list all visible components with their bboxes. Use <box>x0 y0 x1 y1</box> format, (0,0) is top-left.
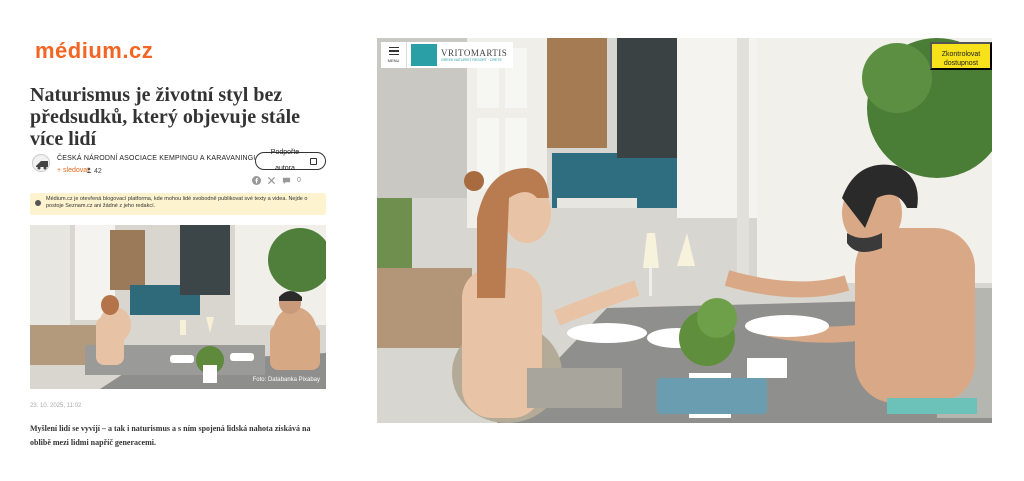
article-photo[interactable]: Foto: Databanka Pixabay <box>30 225 326 389</box>
advertisement-image <box>377 38 992 423</box>
follower-count-value: 42 <box>93 168 102 175</box>
author-name[interactable]: ČESKÁ NÁRODNÍ ASOCIACE KEMPINGU A KARAVA… <box>57 155 259 162</box>
menu-label: MENU <box>387 58 400 64</box>
person-icon <box>86 167 92 173</box>
site-logo[interactable]: médium.cz <box>35 38 153 64</box>
menu-icon-bar <box>388 50 399 52</box>
menu-icon-bar <box>388 53 399 56</box>
support-author-label: Podpořte autora <box>270 149 300 172</box>
resort-subtitle: GREEK NATURIST RESORT · CRETE <box>441 58 502 62</box>
caravan-logo-icon <box>33 155 49 171</box>
article-lead: Myšlení lidí se vyvíjí – a tak i naturis… <box>30 424 311 447</box>
info-icon <box>35 200 41 206</box>
menu-button[interactable]: MENU <box>381 42 407 68</box>
facebook-icon[interactable] <box>252 176 261 185</box>
resort-logo-icon <box>411 44 437 66</box>
article-photo-image <box>30 225 326 389</box>
resort-header-chip: MENU VRITOMARTIS GREEK NATURIST RESORT ·… <box>381 42 513 68</box>
menu-icon <box>388 46 399 49</box>
x-icon[interactable] <box>267 176 276 185</box>
advertisement-banner[interactable]: MENU VRITOMARTIS GREEK NATURIST RESORT ·… <box>377 38 992 423</box>
follower-count: 42 <box>86 167 102 175</box>
photo-caption: Foto: Databanka Pixabay <box>252 377 320 383</box>
platform-notice: Médium.cz je otevřená blogovací platform… <box>30 193 326 215</box>
support-author-button[interactable]: Podpořte autora <box>255 149 326 172</box>
notice-text: Médium.cz je otevřená blogovací platform… <box>46 196 308 209</box>
comment-count: 0 <box>297 177 301 184</box>
publish-date: 23. 10. 2025, 11:02 <box>30 403 82 409</box>
share-row: 0 <box>252 176 301 185</box>
gift-icon <box>309 157 317 165</box>
resort-name: VRITOMARTIS <box>441 48 508 58</box>
comment-icon[interactable] <box>282 176 291 185</box>
article-title: Naturismus je životní styl bez předsudků… <box>30 84 301 150</box>
follow-link[interactable]: + sledovat <box>57 167 89 174</box>
author-avatar[interactable] <box>32 154 50 172</box>
resort-brand[interactable]: VRITOMARTIS GREEK NATURIST RESORT · CRET… <box>441 48 507 62</box>
check-availability-button[interactable]: Zkontrolovat dostupnost <box>930 42 992 70</box>
